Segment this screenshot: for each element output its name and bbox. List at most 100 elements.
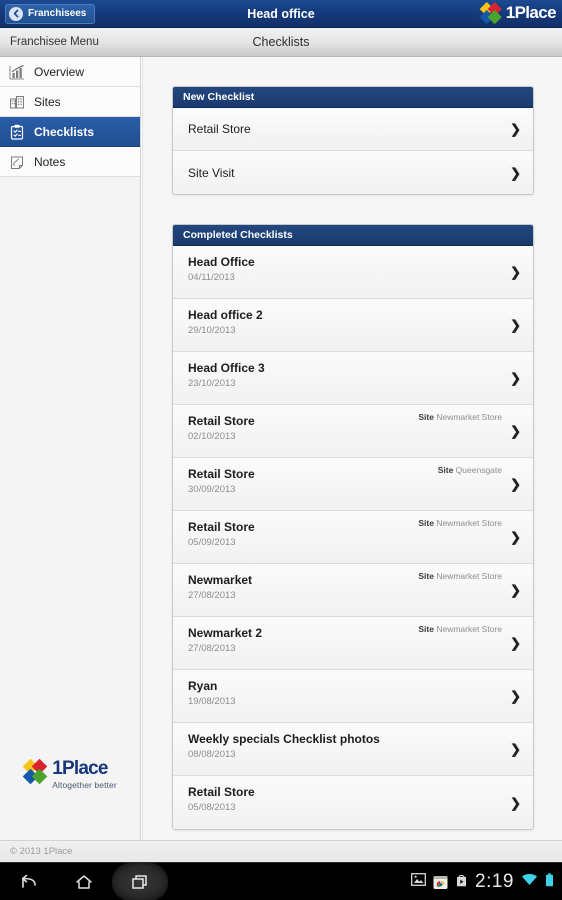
new-checklist-card: New Checklist Retail Store ❯ Site Visit ❯: [172, 86, 534, 195]
status-clock: 2:19: [475, 871, 514, 892]
row-site-label: Site: [418, 518, 434, 528]
row-site-name: Newmarket Store: [436, 518, 502, 528]
completed-checklist-row[interactable]: Retail Store 05/08/2013 ❯: [173, 776, 533, 829]
chart-icon: [8, 63, 26, 81]
back-arrow-icon[interactable]: [0, 863, 56, 900]
chevron-right-icon: ❯: [510, 317, 521, 333]
row-site-label: Site: [418, 624, 434, 634]
brand-name-footer: 1Place: [52, 758, 108, 779]
sidebar-item-label: Sites: [34, 94, 61, 109]
new-checklist-row-title: Site Visit: [188, 165, 235, 180]
chevron-left-icon: [9, 6, 23, 21]
building-icon: [8, 93, 26, 111]
sidebar-item-label: Notes: [34, 154, 66, 169]
completed-checklist-date: 30/09/2013: [188, 484, 236, 495]
new-checklist-row[interactable]: Site Visit ❯: [173, 151, 533, 194]
row-site-label: Site: [437, 465, 454, 475]
clipboard-icon: [8, 123, 26, 141]
row-site-info: Site Newmarket Store: [418, 412, 502, 422]
completed-checklist-date: 23/10/2013: [188, 378, 236, 389]
completed-checklist-row[interactable]: Retail Store 02/10/2013 Site Newmarket Sto…: [173, 405, 533, 458]
brand-logo-header: 1Place: [479, 1, 557, 24]
play-store-icon: [455, 873, 468, 892]
completed-checklist-row[interactable]: Head Office 3 23/10/2013 ❯: [173, 352, 533, 405]
completed-checklist-date: 19/08/2013: [188, 696, 236, 707]
completed-checklist-date: 27/08/2013: [188, 590, 236, 601]
sidebar-item-label: Overview: [34, 64, 85, 79]
row-site-info: Site Newmarket Store: [418, 518, 502, 528]
completed-checklists-list: Head Office 04/11/2013 ❯ Head office 2 29/10…: [173, 246, 533, 829]
row-site-name: Queensgate: [455, 465, 502, 475]
sidebar-brand-footer: 1Place Altogether better: [0, 758, 140, 790]
completed-checklist-date: 08/08/2013: [188, 749, 236, 760]
back-to-franchisees-button[interactable]: Franchisees: [5, 3, 96, 24]
row-site-info: Site Newmarket Store: [418, 624, 502, 634]
completed-checklist-title: Retail Store: [188, 785, 255, 799]
screenshot-icon: [411, 873, 426, 891]
chevron-right-icon: ❯: [510, 795, 521, 810]
tablet-screen: Franchisees Head office 1Place Franchise…: [0, 0, 562, 900]
chevron-right-icon: ❯: [510, 635, 521, 651]
chevron-right-icon: ❯: [510, 741, 521, 757]
row-site-name: Newmarket Store: [436, 571, 502, 581]
copyright-text: © 2013 1Place: [10, 846, 73, 857]
row-site-label: Site: [418, 412, 434, 422]
completed-checklist-date: 27/08/2013: [188, 643, 236, 654]
sidebar-item-overview[interactable]: Overview: [0, 57, 140, 87]
completed-checklist-row[interactable]: Head office 2 29/10/2013 ❯: [173, 299, 533, 352]
completed-checklist-row[interactable]: Weekly specials Checklist photos 08/08/20…: [173, 723, 533, 776]
completed-checklist-title: Head Office: [188, 255, 255, 269]
chevron-right-icon: ❯: [510, 476, 521, 492]
completed-checklist-row[interactable]: Newmarket 2 27/08/2013 Site Newmarket Stor…: [173, 617, 533, 670]
completed-checklist-row[interactable]: Retail Store 05/09/2013 Site Newmarket Sto…: [173, 511, 533, 564]
sidebar-item-label: Checklists: [34, 124, 95, 139]
battery-icon: [545, 872, 554, 892]
status-icons-tray: 2:19: [411, 863, 554, 900]
sidebar: Overview Sites Checklists Notes 1Place A…: [0, 57, 141, 840]
completed-checklist-title: Ryan: [188, 679, 218, 693]
completed-checklist-title: Weekly specials Checklist photos: [188, 732, 380, 746]
brand-name-header: 1Place: [505, 3, 557, 22]
completed-checklists-card-header: Completed Checklists: [173, 225, 533, 246]
brand-tagline: Altogether better: [52, 780, 117, 790]
sidebar-item-notes[interactable]: Notes: [0, 147, 140, 177]
new-checklist-list: Retail Store ❯ Site Visit ❯: [173, 108, 533, 194]
sidebar-item-sites[interactable]: Sites: [0, 87, 140, 117]
app-top-bar: Franchisees Head office 1Place: [0, 0, 562, 28]
recent-apps-icon[interactable]: [112, 863, 168, 900]
new-checklist-row[interactable]: Retail Store ❯: [173, 108, 533, 151]
new-checklist-row-title: Retail Store: [188, 122, 251, 136]
new-checklist-card-header: New Checklist: [173, 87, 533, 108]
wifi-icon: [521, 873, 538, 891]
completed-checklist-date: 29/10/2013: [188, 325, 236, 336]
note-icon: [8, 153, 26, 171]
completed-checklist-date: 05/08/2013: [188, 802, 236, 813]
main-content: New Checklist Retail Store ❯ Site Visit ❯ C…: [142, 57, 562, 840]
chevron-right-icon: ❯: [510, 423, 521, 439]
completed-checklist-row[interactable]: Ryan 19/08/2013 ❯: [173, 670, 533, 723]
sidebar-item-checklists[interactable]: Checklists: [0, 117, 140, 147]
row-site-info: Site Newmarket Store: [418, 571, 502, 581]
chevron-right-icon: ❯: [510, 264, 521, 280]
row-site-info: Site Queensgate: [438, 465, 502, 475]
chevron-right-icon: ❯: [510, 165, 521, 180]
section-bar: Franchisee Menu Checklists: [0, 28, 562, 57]
completed-checklist-title: Head office 2: [188, 308, 263, 322]
completed-checklists-card: Completed Checklists Head Office 04/11/20…: [172, 224, 534, 830]
checklists-section-title: Checklists: [252, 35, 310, 49]
completed-checklist-row[interactable]: Newmarket 27/08/2013 Site Newmarket Store ❯: [173, 564, 533, 617]
completed-checklist-row[interactable]: Head Office 04/11/2013 ❯: [173, 246, 533, 299]
completed-checklist-row[interactable]: Retail Store 30/09/2013 Site Queensgate ❯: [173, 458, 533, 511]
photos-app-icon: [433, 875, 448, 890]
completed-checklist-date: 05/09/2013: [188, 537, 236, 548]
oneplace-diamond-logo-icon: [22, 758, 49, 785]
home-icon[interactable]: [56, 863, 112, 900]
completed-checklist-title: Head Office 3: [188, 361, 265, 375]
copyright-bar: © 2013 1Place: [0, 840, 562, 862]
row-site-name: Newmarket Store: [436, 412, 502, 422]
row-site-name: Newmarket Store: [436, 624, 502, 634]
chevron-right-icon: ❯: [510, 370, 521, 386]
row-site-label: Site: [418, 571, 434, 581]
completed-checklist-date: 04/11/2013: [188, 272, 235, 283]
android-navigation-bar: 2:19: [0, 862, 562, 900]
